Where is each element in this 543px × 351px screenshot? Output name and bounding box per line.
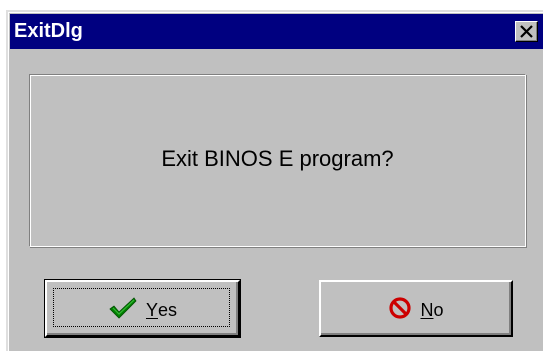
no-label-rest: o xyxy=(433,300,444,320)
no-button[interactable]: No xyxy=(319,280,513,337)
yes-button[interactable]: Yes xyxy=(44,279,241,338)
no-mnemonic: N xyxy=(420,300,434,320)
close-button[interactable] xyxy=(515,21,538,42)
checkmark-icon xyxy=(108,296,138,325)
yes-mnemonic: Y xyxy=(145,300,158,320)
no-entry-icon xyxy=(388,296,412,325)
close-icon xyxy=(520,25,533,38)
message-text: Exit BINOS E program? xyxy=(161,146,394,171)
window-title: ExitDlg xyxy=(14,20,83,42)
exit-dialog: ExitDlg Exit BINOS E program? Yes N o xyxy=(6,10,543,351)
yes-label-rest: es xyxy=(158,300,178,320)
message-panel: Exit BINOS E program? xyxy=(29,74,526,247)
title-bar[interactable]: ExitDlg xyxy=(10,14,543,49)
